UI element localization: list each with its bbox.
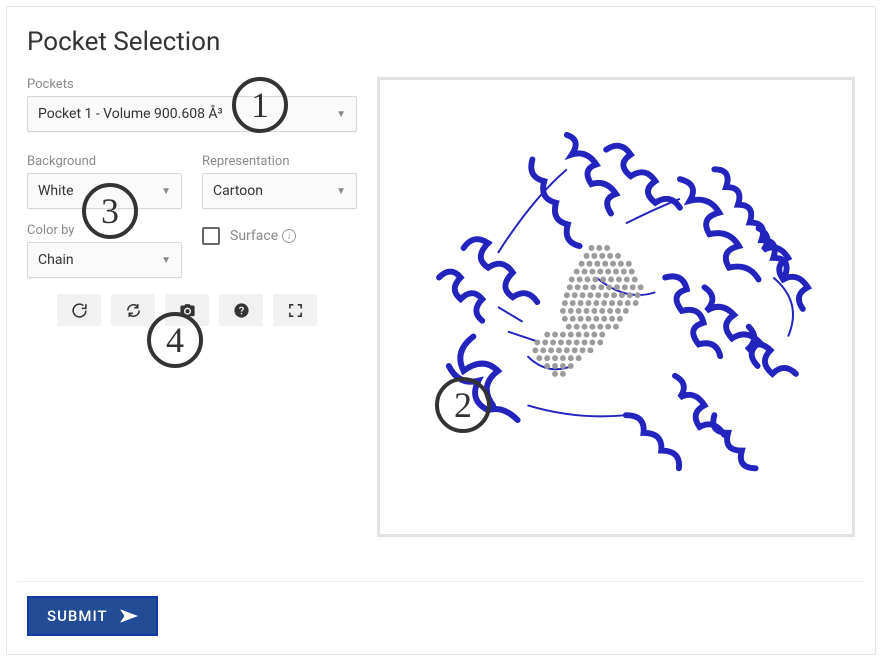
color-by-label: Color by bbox=[27, 223, 182, 238]
camera-icon bbox=[179, 302, 196, 319]
controls-panel: Pockets Pocket 1 - Volume 900.608 Å³ ▼ B… bbox=[27, 77, 357, 537]
representation-select[interactable]: Cartoon ▼ bbox=[202, 173, 357, 209]
help-icon bbox=[233, 302, 250, 319]
background-select-value: White bbox=[38, 183, 74, 199]
color-by-select-value: Chain bbox=[38, 252, 74, 268]
pockets-select-value: Pocket 1 - Volume 900.608 Å³ bbox=[38, 106, 223, 122]
screenshot-button[interactable] bbox=[165, 294, 209, 326]
fullscreen-button[interactable] bbox=[273, 294, 317, 326]
submit-label: SUBMIT bbox=[47, 607, 108, 625]
chevron-down-icon: ▼ bbox=[336, 109, 346, 120]
surface-label-text: Surface bbox=[230, 228, 278, 244]
background-select[interactable]: White ▼ bbox=[27, 173, 182, 209]
background-label: Background bbox=[27, 154, 182, 169]
chevron-down-icon: ▼ bbox=[161, 255, 171, 266]
info-icon[interactable]: i bbox=[282, 229, 296, 243]
submit-button[interactable]: SUBMIT bbox=[27, 596, 158, 636]
color-by-select[interactable]: Chain ▼ bbox=[27, 242, 182, 278]
pockets-select[interactable]: Pocket 1 - Volume 900.608 Å³ ▼ bbox=[27, 96, 357, 132]
reload-button[interactable] bbox=[57, 294, 101, 326]
send-icon bbox=[120, 609, 138, 623]
representation-label: Representation bbox=[202, 154, 357, 169]
representation-select-value: Cartoon bbox=[213, 183, 263, 199]
help-button[interactable] bbox=[219, 294, 263, 326]
page-title: Pocket Selection bbox=[27, 27, 855, 57]
pockets-label: Pockets bbox=[27, 77, 357, 92]
surface-checkbox[interactable] bbox=[202, 227, 220, 245]
sync-button[interactable] bbox=[111, 294, 155, 326]
chevron-down-icon: ▼ bbox=[161, 186, 171, 197]
fullscreen-icon bbox=[287, 302, 304, 319]
divider bbox=[17, 581, 865, 582]
protein-structure-viz bbox=[380, 80, 852, 534]
chevron-down-icon: ▼ bbox=[336, 186, 346, 197]
sync-icon bbox=[125, 302, 142, 319]
viewer-toolbar bbox=[57, 294, 357, 326]
surface-label: Surface i bbox=[230, 228, 296, 244]
reload-icon bbox=[71, 302, 88, 319]
structure-viewer[interactable] bbox=[377, 77, 855, 537]
